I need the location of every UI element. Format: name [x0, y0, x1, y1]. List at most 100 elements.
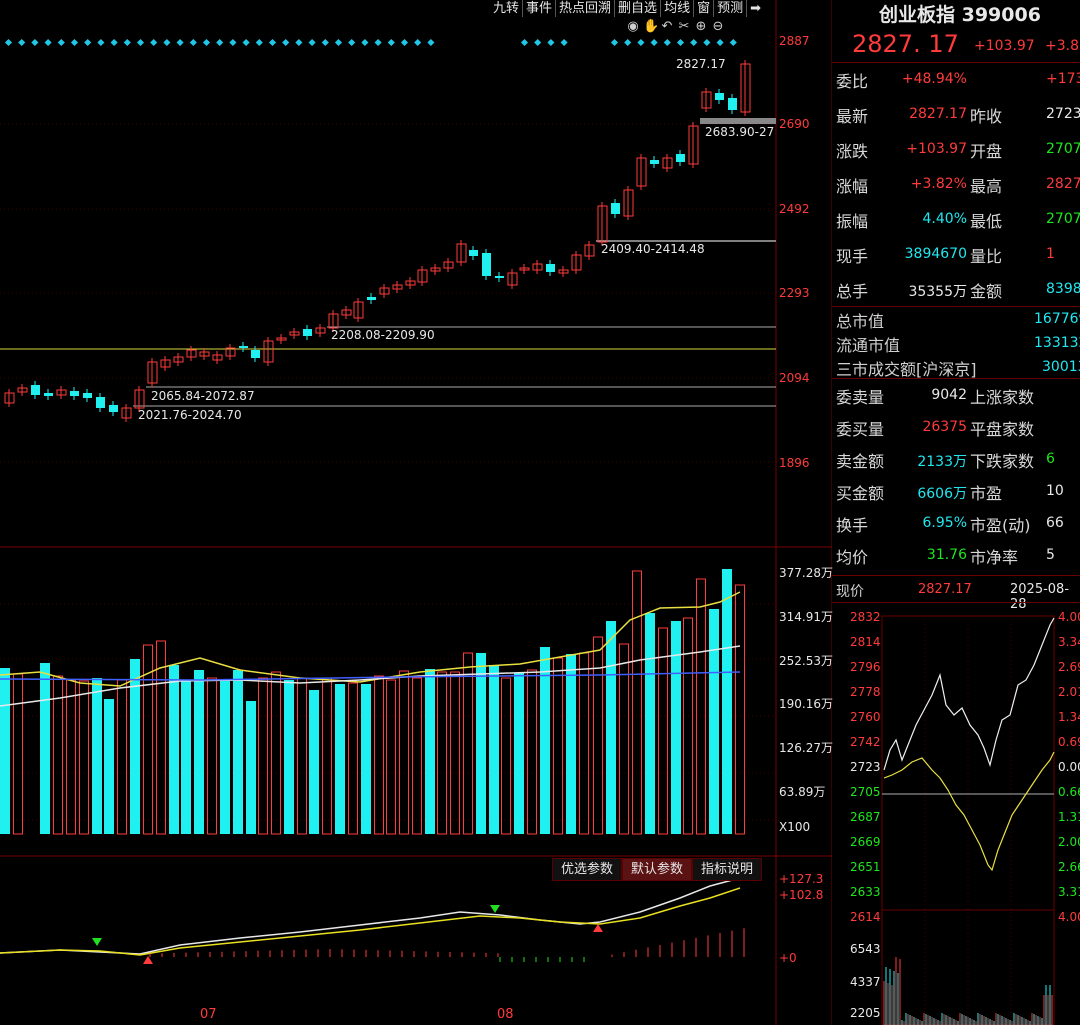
- total-market-cap-label: 总市值: [836, 312, 885, 331]
- stat-value: 2723: [1046, 106, 1080, 122]
- market-turnover-value: 30013: [1042, 359, 1080, 375]
- volume-bar-up: [696, 578, 706, 835]
- volume-unit-label: X100: [779, 820, 811, 834]
- candle-body-down: [715, 93, 724, 100]
- float-market-cap-value: 133132: [1034, 335, 1080, 351]
- volume-bar-up: [399, 670, 409, 835]
- volume-bar-down: [194, 670, 204, 834]
- volume-bar-down: [709, 609, 719, 834]
- event-marker-icon: [216, 38, 224, 47]
- stat-label: 金额: [970, 282, 1003, 301]
- volume-bar-up: [683, 617, 693, 835]
- intraday-chart[interactable]: [832, 600, 1080, 1025]
- volume-axis-label: 314.91万: [779, 610, 833, 624]
- volume-bar-down: [335, 684, 345, 834]
- event-marker-icon: [163, 38, 171, 47]
- event-marker-icon: [189, 38, 197, 47]
- market-turnover-label: 三市成交额[沪深京]: [836, 360, 977, 379]
- candle-body-down: [482, 253, 491, 276]
- volume-bar-up: [450, 671, 460, 835]
- volume-bar-down: [309, 690, 319, 834]
- volume-bar-down: [40, 663, 50, 834]
- event-marker-icon: [334, 38, 343, 47]
- volume-bar-down: [671, 621, 681, 834]
- stat-value: 4.40%: [922, 211, 967, 227]
- range-annotation: 2683.90-27: [705, 125, 775, 139]
- volume-bar-down: [489, 665, 499, 834]
- candle-body-down: [303, 329, 312, 336]
- month-label: 08: [497, 1007, 514, 1022]
- volume-bar-up: [619, 643, 629, 835]
- event-marker-icon: [31, 38, 39, 47]
- volume-bar-down: [169, 665, 179, 834]
- event-marker-icon: [268, 38, 277, 47]
- range-annotation: 2021.76-2024.70: [138, 408, 242, 422]
- stat-label: 上涨家数: [970, 388, 1035, 407]
- price-change: +103.97: [974, 38, 1035, 54]
- volume-axis-label: 377.28万: [779, 566, 833, 580]
- price-axis-label: 2690: [779, 117, 810, 131]
- volume-bar-up: [593, 636, 603, 835]
- default-params-button[interactable]: 默认参数: [622, 858, 693, 881]
- volume-bar-down: [181, 680, 191, 834]
- stat-label: 总手: [836, 282, 869, 301]
- event-marker-icon: [676, 38, 685, 47]
- volume-bars: [0, 569, 745, 835]
- index-title: 创业板指 399006: [879, 4, 1041, 26]
- stat-label: 现手: [836, 247, 869, 266]
- volume-bar-down: [476, 653, 486, 834]
- event-marker-icon: [176, 38, 184, 47]
- event-marker-icon: [202, 38, 211, 47]
- indicator-buttons: 优选参数 默认参数 指标说明: [552, 858, 763, 881]
- event-marker-icon: [716, 38, 724, 47]
- volume-bar-up: [117, 679, 127, 835]
- volume-bar-down: [104, 699, 114, 834]
- event-marker-icon: [610, 38, 619, 47]
- stat-value: 2707: [1046, 211, 1080, 227]
- stat-label: 涨幅: [836, 177, 869, 196]
- volume-bar-down: [0, 668, 10, 834]
- sell-arrow-icon: [490, 905, 500, 913]
- float-market-cap-label: 流通市值: [836, 336, 901, 355]
- candle-body-down: [495, 276, 504, 278]
- volume-bar-down: [361, 684, 371, 834]
- event-markers: [4, 38, 737, 47]
- candle-body-down: [31, 385, 40, 395]
- volume-bar-up: [374, 675, 384, 835]
- volume-bar-up: [156, 640, 166, 835]
- stat-label: 振幅: [836, 212, 869, 231]
- stat-value: 9042: [931, 387, 967, 403]
- event-marker-icon: [18, 38, 26, 47]
- event-marker-icon: [282, 38, 290, 47]
- stat-label: 委卖量: [836, 388, 885, 407]
- event-marker-icon: [255, 38, 263, 47]
- event-marker-icon: [295, 38, 303, 47]
- volume-bar-down: [92, 678, 102, 834]
- macd-dif-line: [0, 877, 741, 955]
- macd-axis-label: +102.8: [779, 888, 824, 902]
- volume-axis-label: 126.27万: [779, 741, 833, 755]
- volume-bar-up: [322, 677, 332, 835]
- event-marker-icon: [308, 38, 316, 47]
- stat-label: 市盈: [970, 484, 1003, 503]
- volume-bar-up: [13, 673, 23, 835]
- price-axis-label: 2887: [779, 34, 810, 48]
- stat-value: 2827.17: [909, 106, 967, 122]
- stat-value: 8398: [1046, 281, 1080, 297]
- volume-bar-up: [412, 677, 422, 835]
- event-marker-icon: [44, 38, 52, 47]
- buy-arrow-icon: [593, 924, 603, 932]
- stat-label: 下跌家数: [970, 452, 1035, 471]
- event-marker-icon: [110, 38, 118, 47]
- stat-label: 委比: [836, 72, 869, 91]
- intraday-avg-line: [883, 751, 1055, 872]
- volume-bar-up: [66, 679, 76, 835]
- event-marker-icon: [650, 38, 658, 47]
- stat-label: 开盘: [970, 142, 1003, 161]
- optimized-params-button[interactable]: 优选参数: [552, 858, 623, 881]
- candle-body-down: [251, 350, 260, 358]
- event-marker-icon: [242, 38, 250, 47]
- indicator-help-button[interactable]: 指标说明: [692, 858, 763, 881]
- candle-body-down: [611, 203, 620, 214]
- event-marker-icon: [560, 38, 568, 47]
